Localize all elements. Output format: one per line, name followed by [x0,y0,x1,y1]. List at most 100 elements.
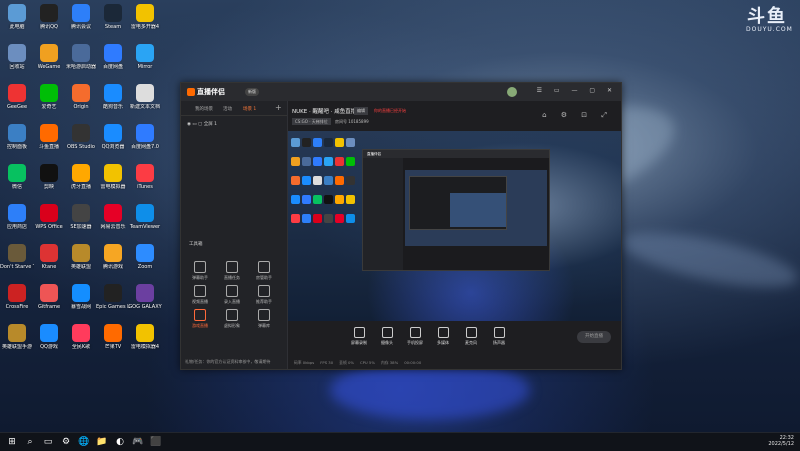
desktop-icon[interactable]: 雷电模拟器4 [128,324,162,350]
desktop-icon[interactable]: QQ浏览器 [96,124,130,150]
tab-scene-1[interactable]: 场景 1 [243,106,256,112]
desktop-icon[interactable]: 芒果TV [96,324,130,350]
desktop-icon[interactable]: 酷狗音乐 [96,84,130,110]
version-badge[interactable]: 新版 [245,88,259,96]
desktop-icon[interactable]: 雷电多开器4 [128,4,162,30]
taskbar-item[interactable]: ⊞ [6,436,18,448]
taskbar-item[interactable]: 🎮 [132,436,144,448]
source-button[interactable]: 屏幕录制 [346,327,372,346]
desktop-icon[interactable]: Origin [64,84,98,110]
window-controls[interactable]: ☰ ▭ — ▢ ✕ [537,87,617,94]
taskbar-item[interactable]: ⚙ [60,436,72,448]
taskbar-item[interactable]: ⬛ [150,436,162,448]
tool-button[interactable]: 录入直播 [219,285,245,305]
desktop-icon[interactable]: 雷电模拟器 [96,164,130,190]
scene-source-item[interactable]: ◉ ▭ ▢ 全屏 1 [187,121,217,127]
taskbar-item[interactable]: ▭ [42,436,54,448]
desktop-icon[interactable]: CrossFire [0,284,34,310]
desktop-icon[interactable]: Steam [96,4,130,30]
desktop-icon[interactable]: Gitframe [32,284,66,310]
desktop-icon[interactable]: Ktane [32,244,66,270]
desktop-icon[interactable]: 腾讯游戏 [96,244,130,270]
desktop-icon[interactable]: 斗鱼直播 [32,124,66,150]
tool-button[interactable]: 推荐助手 [251,285,277,305]
add-scene-icon[interactable]: + [275,103,282,112]
desktop-icon[interactable]: 控制面板 [0,124,34,150]
tool-button[interactable]: 视频直播 [187,285,213,305]
desktop-icon[interactable]: 回收站 [0,44,34,70]
preview-mini-icon [313,176,322,185]
desktop-icon[interactable]: GeeGee [0,84,34,110]
desktop-icon[interactable]: GOG GALAXY [128,284,162,310]
live-preview[interactable]: 直播伴侣 [288,131,621,321]
source-button[interactable]: 手机投屏 [402,327,428,346]
desktop-icon[interactable]: 全民K歌 [64,324,98,350]
desktop-icon[interactable]: Zoom [128,244,162,270]
desktop-icon[interactable]: 米哈游启动器 [64,44,98,70]
preview-mini-icon [346,138,355,147]
app-icon [8,204,26,222]
edit-button[interactable]: 编辑 [354,107,368,115]
app-icon [72,244,90,262]
desktop-icon[interactable]: 暴雪战网 [64,284,98,310]
taskbar-item[interactable]: 📁 [96,436,108,448]
tool-button[interactable]: 弹幕库 [251,309,277,329]
desktop-icon-label: 应用商店 [6,224,27,230]
desktop-icon[interactable]: OBS Studio [64,124,98,150]
system-clock[interactable]: 22:32 2022/5/12 [768,435,794,447]
desktop-icon[interactable]: 百度网盘 [96,44,130,70]
source-button[interactable]: 多媒体 [430,327,456,346]
tab-activity[interactable]: 活动 [223,106,232,112]
desktop-icon[interactable]: 新建文本文档 [128,84,162,110]
app-icon [136,324,154,342]
desktop-icon[interactable]: Epic Games Launcher [96,284,130,310]
tool-button[interactable]: 直播任务 [219,261,245,281]
tool-icon [258,261,270,273]
desktop-icon[interactable]: 此电脑 [0,4,34,30]
header-tool-icons[interactable]: ⌂ ⚙ ⊡ ⤢ [542,111,613,120]
source-button[interactable]: 麦克风 [458,327,484,346]
source-button[interactable]: 扬声器 [486,327,512,346]
app-icon [104,164,122,182]
desktop-icon-label: 斗鱼直播 [38,144,59,150]
tool-button[interactable]: 房管助手 [251,261,277,281]
nested-preview-window [409,176,507,230]
desktop-icon-label: SE加速器 [70,224,92,230]
desktop-icon[interactable]: Don't Starve Together [0,244,34,270]
desktop-icon[interactable]: 腾讯会议 [64,4,98,30]
desktop-icon[interactable]: 应用商店 [0,204,34,230]
desktop-icon[interactable]: 百度网盘7.0 [128,124,162,150]
avatar[interactable] [507,87,517,97]
desktop-icon[interactable]: WeGame [32,44,66,70]
taskbar-item[interactable]: 🌐 [78,436,90,448]
taskbar-item[interactable]: ⌕ [24,436,36,448]
desktop-icon-label: OBS Studio [67,144,95,150]
desktop-icon[interactable]: 英雄联盟 [64,244,98,270]
source-button[interactable]: 摄像头 [374,327,400,346]
tool-button[interactable]: 游戏直播 [187,309,213,329]
desktop-icon[interactable]: iTunes [128,164,162,190]
source-label: 手机投屏 [407,340,423,345]
category-chip[interactable]: CS:GO · 天梯排位 [292,118,331,125]
desktop-icon[interactable]: 虎牙直播 [64,164,98,190]
desktop-icon[interactable]: QQ游戏 [32,324,66,350]
desktop-icon[interactable]: TeamViewer [128,204,162,230]
tool-button[interactable]: 虚拟形象 [219,309,245,329]
taskbar-item[interactable]: ◐ [114,436,126,448]
desktop-icon[interactable]: 腾讯QQ [32,4,66,30]
source-label: 扬声器 [493,340,505,345]
desktop-icon-label: GeeGee [6,104,28,110]
desktop-icon[interactable]: SE加速器 [64,204,98,230]
desktop-icon[interactable]: 微信 [0,164,34,190]
tab-my-scenes[interactable]: 我的场景 [195,106,213,112]
tool-button[interactable]: 弹幕助手 [187,261,213,281]
preview-mini-icon [346,176,355,185]
desktop-icon-label: 酷狗音乐 [102,104,123,110]
desktop-icon[interactable]: WPS Office [32,204,66,230]
start-live-button[interactable]: 开始直播 [577,331,611,343]
desktop-icon[interactable]: 网易云音乐 [96,204,130,230]
desktop-icon[interactable]: Mirror [128,44,162,70]
desktop-icon[interactable]: 剪映 [32,164,66,190]
desktop-icon[interactable]: 英雄联盟手游 [0,324,34,350]
desktop-icon[interactable]: 爱奇艺 [32,84,66,110]
